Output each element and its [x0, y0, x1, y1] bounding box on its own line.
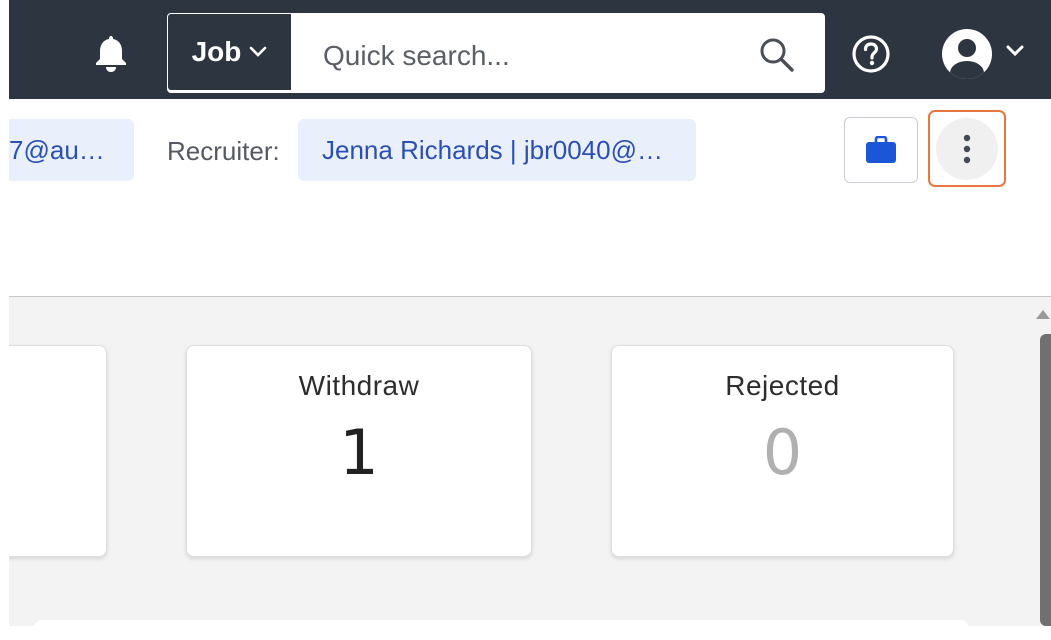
recruiter-value: Jenna Richards | jbr0040@… — [322, 134, 663, 165]
stat-card-rejected[interactable]: Rejected 0 — [611, 345, 954, 557]
recruiter-chip[interactable]: Jenna Richards | jbr0040@… — [298, 119, 696, 181]
user-avatar-icon[interactable] — [941, 28, 993, 80]
bottom-panel — [34, 620, 969, 640]
scroll-thumb[interactable] — [1040, 334, 1051, 626]
chevron-down-icon[interactable] — [1005, 44, 1025, 58]
more-actions-button[interactable] — [936, 118, 998, 180]
search-type-label: Job — [191, 36, 242, 67]
bell-icon[interactable] — [93, 34, 129, 72]
contact-email-text: 7@au… — [9, 134, 105, 165]
vertical-scrollbar[interactable] — [1033, 298, 1051, 626]
briefcase-button[interactable] — [844, 117, 918, 183]
scroll-up-arrow-icon[interactable] — [1036, 310, 1050, 319]
stat-card-value: 0 — [762, 416, 803, 489]
stat-card-withdraw[interactable]: Withdraw 1 — [186, 345, 532, 557]
briefcase-icon — [866, 136, 896, 163]
search-icon[interactable] — [757, 35, 797, 75]
stat-card-title: Withdraw — [298, 370, 420, 401]
more-vertical-icon — [963, 134, 971, 164]
contact-email-chip[interactable]: 7@au… — [0, 119, 134, 181]
help-icon[interactable] — [851, 34, 891, 74]
stat-card-title: Rejected — [725, 370, 840, 401]
stat-card-previous[interactable] — [0, 345, 107, 557]
search-type-select[interactable]: Job — [168, 14, 291, 90]
stat-card-value: 1 — [339, 416, 379, 489]
quick-search-bar: Job — [167, 13, 825, 93]
search-input[interactable] — [321, 35, 745, 77]
chevron-down-icon — [250, 46, 267, 57]
top-nav-bar: Job — [9, 0, 1051, 99]
recruiter-label: Recruiter: — [167, 136, 280, 166]
left-gutter — [0, 0, 9, 626]
